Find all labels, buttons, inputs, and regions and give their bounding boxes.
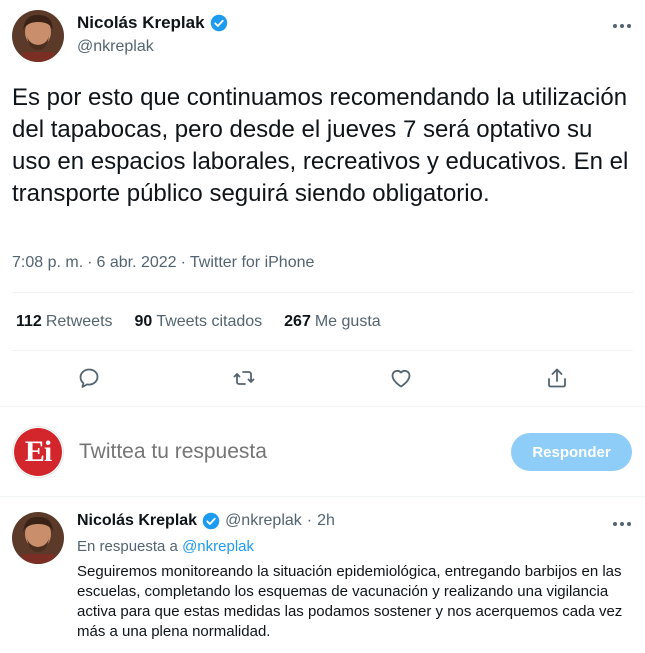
reply-time-ago[interactable]: 2h: [317, 512, 335, 530]
tweet-source[interactable]: Twitter for iPhone: [190, 254, 315, 272]
reply-author-name[interactable]: Nicolás Kreplak: [77, 512, 197, 530]
verified-badge-icon: [210, 14, 227, 32]
tweet-date[interactable]: 6 abr. 2022: [96, 254, 176, 272]
reply-button[interactable]: Responder: [511, 433, 632, 471]
divider: [0, 496, 645, 497]
ei-logo-text: Ei: [14, 428, 62, 476]
likes-count: 267: [284, 313, 311, 330]
meta-separator: ·: [306, 512, 313, 529]
divider: [12, 292, 633, 293]
likes-label: Me gusta: [314, 313, 381, 330]
tweet-stats: 112 Retweets 90 Tweets citados 267 Me gu…: [16, 313, 381, 331]
in-reply-handle-link[interactable]: @nkreplak: [182, 538, 254, 555]
quotes-count: 90: [134, 313, 153, 330]
author-name[interactable]: Nicolás Kreplak: [77, 13, 205, 33]
heart-icon[interactable]: [387, 364, 415, 392]
reply-input[interactable]: [79, 440, 479, 464]
ei-logo: Ei: [12, 426, 64, 478]
tweet-actions: [0, 364, 645, 392]
reply-tweet-text: Seguiremos monitoreando la situación epi…: [77, 563, 623, 640]
author-handle[interactable]: @nkreplak: [77, 38, 154, 56]
reply-author-avatar[interactable]: [12, 512, 64, 564]
retweets-count: 112: [16, 313, 42, 330]
divider: [12, 350, 633, 351]
reply-tweet[interactable]: Nicolás Kreplak @nkreplak · 2h En respue…: [0, 498, 645, 653]
retweets-stat[interactable]: 112 Retweets: [16, 313, 113, 331]
divider: [0, 406, 645, 407]
retweet-icon[interactable]: [230, 364, 258, 392]
tweet-text: Es por esto que continuamos recomendando…: [12, 84, 629, 207]
verified-badge-icon: [202, 512, 220, 530]
more-options-icon[interactable]: [608, 16, 636, 36]
retweets-label: Retweets: [45, 313, 113, 330]
likes-stat[interactable]: 267 Me gusta: [284, 313, 381, 331]
quotes-label: Tweets citados: [156, 313, 263, 330]
current-user-avatar[interactable]: Ei: [12, 426, 64, 478]
quotes-stat[interactable]: 90 Tweets citados: [135, 313, 263, 331]
in-reply-to: En respuesta a @nkreplak: [77, 538, 254, 555]
tweet-meta: 7:08 p. m. · 6 abr. 2022 · Twitter for i…: [12, 254, 314, 272]
reply-author-row: Nicolás Kreplak @nkreplak · 2h: [77, 512, 335, 530]
author-avatar[interactable]: [12, 10, 64, 62]
reply-author-handle[interactable]: @nkreplak: [225, 512, 302, 530]
author-name-row: Nicolás Kreplak: [77, 13, 228, 33]
reply-icon[interactable]: [75, 364, 103, 392]
tweet-time[interactable]: 7:08 p. m.: [12, 254, 83, 272]
more-options-icon[interactable]: [608, 514, 636, 534]
in-reply-prefix: En respuesta a: [77, 538, 178, 555]
share-icon[interactable]: [543, 364, 571, 392]
meta-separator: ·: [87, 254, 93, 271]
meta-separator: ·: [180, 254, 186, 271]
